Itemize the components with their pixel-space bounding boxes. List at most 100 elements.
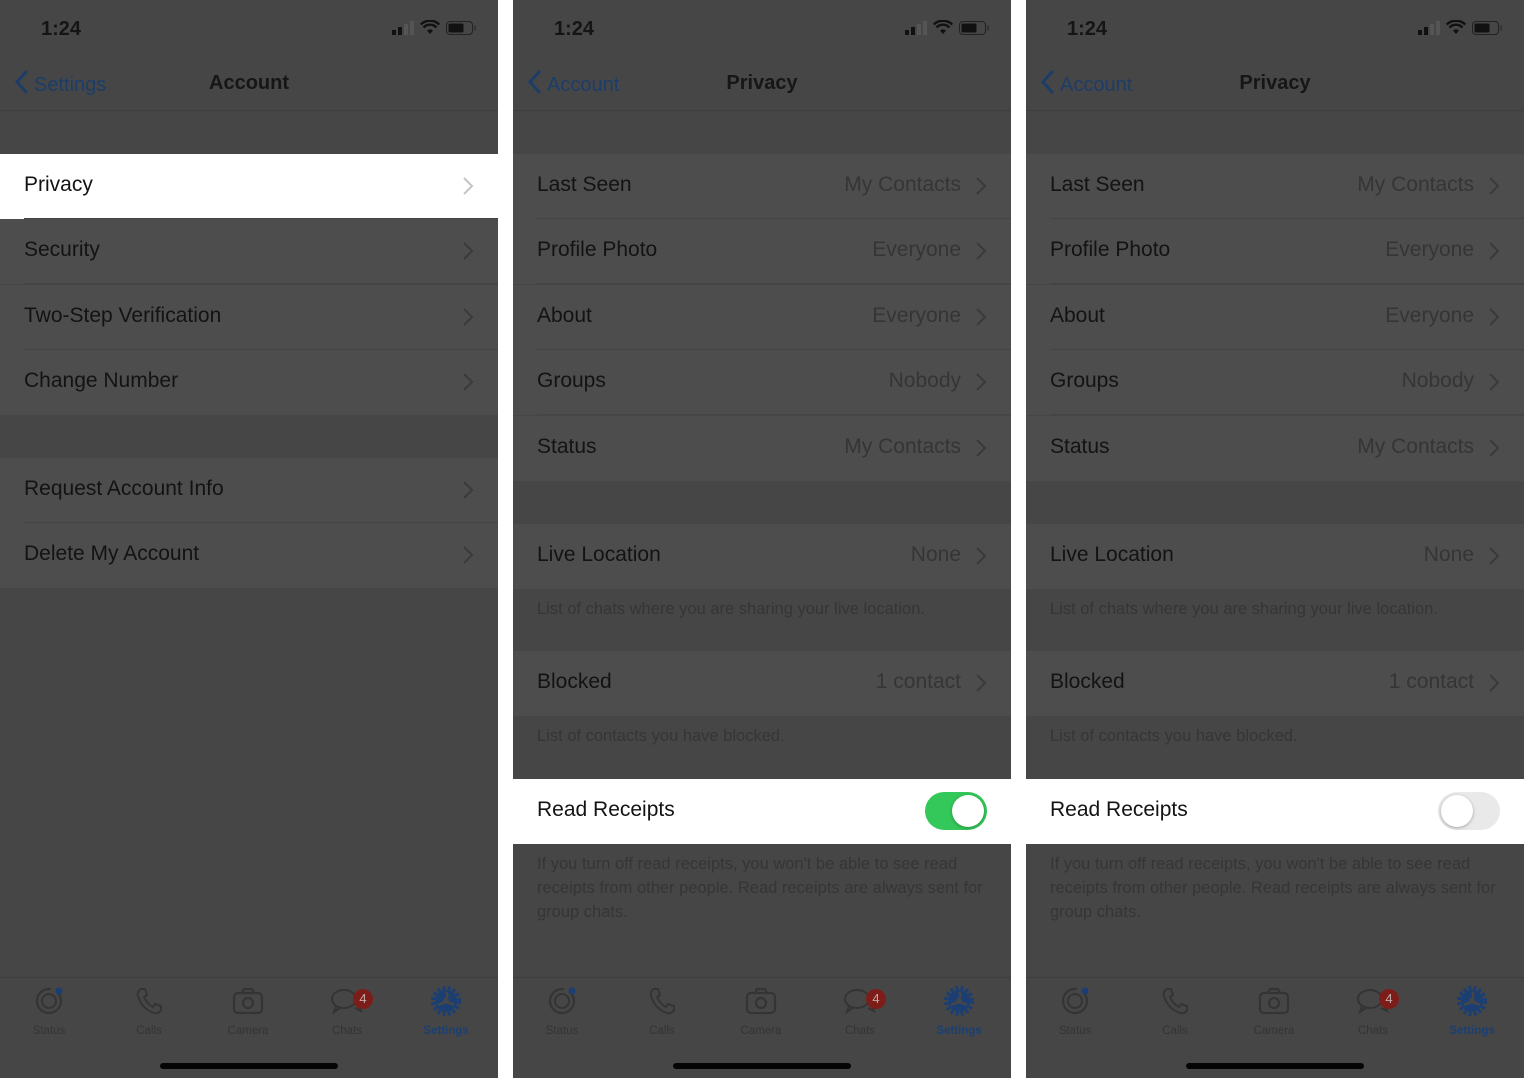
privacy-screen-receipts-off: 1:24 Account Privacy Last Seen My Contac… [1026,0,1524,1078]
camera-icon [231,987,265,1022]
tab-status[interactable]: Status [4,984,94,1037]
row-value: My Contacts [844,173,961,196]
row-label: Live Location [1050,543,1174,566]
tab-label: Camera [1253,1025,1295,1037]
chevron-right-icon [975,241,987,266]
row-about[interactable]: About Everyone [1026,285,1524,350]
battery-icon [1472,20,1502,40]
tab-calls[interactable]: Calls [617,984,707,1037]
clock: 1:24 [41,18,82,40]
tab-bar: Status Calls Camera 4 Chats Settings [513,977,1011,1078]
row-groups[interactable]: Groups Nobody [513,350,1011,415]
row-label: Profile Photo [537,238,658,261]
row-security[interactable]: Security [0,219,498,284]
row-label: Groups [537,369,606,392]
tab-status[interactable]: Status [517,984,607,1037]
row-read-receipts: Read Receipts [1026,779,1524,844]
tab-calls[interactable]: Calls [1130,984,1220,1037]
tab-camera[interactable]: Camera [716,984,806,1037]
tab-chats[interactable]: 4 Chats [1328,984,1418,1037]
tab-settings[interactable]: Settings [914,984,1004,1037]
tab-label: Calls [649,1025,675,1037]
tab-label: Settings [423,1025,469,1037]
chevron-right-icon [1488,673,1500,698]
row-privacy[interactable]: Privacy [0,154,498,219]
tab-calls[interactable]: Calls [104,984,194,1037]
row-profile-photo[interactable]: Profile Photo Everyone [1026,219,1524,284]
tab-camera[interactable]: Camera [1229,984,1319,1037]
read-receipts-toggle[interactable] [925,792,987,830]
row-label: Status [537,435,597,458]
account-screen: 1:24 Settings Account Privacy Security T… [0,0,498,1078]
tab-label: Chats [1357,1025,1389,1037]
tab-status[interactable]: Status [1030,984,1120,1037]
row-label: Change Number [24,369,179,392]
tab-camera[interactable]: Camera [203,984,293,1037]
row-value: My Contacts [1357,435,1474,458]
read-receipts-toggle[interactable] [1438,792,1500,830]
chevron-right-icon [975,438,987,463]
row-groups[interactable]: Groups Nobody [1026,350,1524,415]
chevron-right-icon [975,673,987,698]
row-profile-photo[interactable]: Profile Photo Everyone [513,219,1011,284]
chevron-right-icon [462,545,474,570]
row-about[interactable]: About Everyone [513,285,1011,350]
tab-label: Chats [844,1025,876,1037]
read-receipts-footer: If you turn off read receipts, you won't… [1050,855,1496,921]
row-status[interactable]: Status My Contacts [1026,416,1524,481]
chevron-right-icon [975,176,987,201]
home-indicator [160,1063,338,1069]
toggle-knob [1441,795,1473,827]
status-bar: 1:24 [0,0,498,60]
row-change-number[interactable]: Change Number [0,350,498,415]
row-request-account-info[interactable]: Request Account Info [0,458,498,523]
unread-badge: 4 [1379,989,1399,1009]
row-separator [1050,283,1524,284]
chevron-right-icon [1488,438,1500,463]
tab-label: Calls [136,1025,162,1037]
privacy-screen-receipts-on: 1:24 Account Privacy Last Seen My Contac… [513,0,1011,1078]
row-blocked[interactable]: Blocked 1 contact [513,651,1011,716]
row-value: None [910,543,961,566]
wifi-icon [419,19,441,40]
row-last-seen[interactable]: Last Seen My Contacts [1026,154,1524,219]
tab-chats[interactable]: 4 Chats [815,984,905,1037]
chevron-right-icon [462,307,474,332]
row-label: Last Seen [537,173,632,196]
row-two-step-verification[interactable]: Two-Step Verification [0,285,498,350]
status-icon [1058,987,1092,1022]
chevron-right-icon [462,241,474,266]
row-status[interactable]: Status My Contacts [513,416,1011,481]
row-value: My Contacts [844,435,961,458]
row-label: Blocked [1050,670,1125,693]
row-value: Everyone [1385,304,1474,327]
signal-icon [392,20,414,40]
row-last-seen[interactable]: Last Seen My Contacts [513,154,1011,219]
chevron-right-icon [1488,546,1500,571]
row-label: Security [24,238,100,261]
row-label: Two-Step Verification [24,304,222,327]
row-value: 1 contact [875,670,961,693]
chevron-right-icon [462,480,474,505]
row-label: Read Receipts [1050,798,1188,821]
row-label: Request Account Info [24,477,224,500]
chevron-right-icon [1488,372,1500,397]
tab-bar: Status Calls Camera 4 Chats Settings [0,977,498,1078]
row-label: Delete My Account [24,542,200,565]
wifi-icon [932,19,954,40]
row-blocked[interactable]: Blocked 1 contact [1026,651,1524,716]
row-live-location[interactable]: Live Location None [513,524,1011,589]
toggle-knob [952,795,984,827]
row-value: None [1423,543,1474,566]
clock: 1:24 [554,18,595,40]
tab-settings[interactable]: Settings [401,984,491,1037]
gear-icon [429,986,463,1022]
navigation-bar: Account Privacy [1026,60,1524,111]
row-live-location[interactable]: Live Location None [1026,524,1524,589]
row-value: Everyone [1385,238,1474,261]
row-delete-my-account[interactable]: Delete My Account [0,523,498,588]
tab-settings[interactable]: Settings [1427,984,1517,1037]
row-label: Profile Photo [1050,238,1171,261]
tab-chats[interactable]: 4 Chats [302,984,392,1037]
row-label: Status [1050,435,1110,458]
